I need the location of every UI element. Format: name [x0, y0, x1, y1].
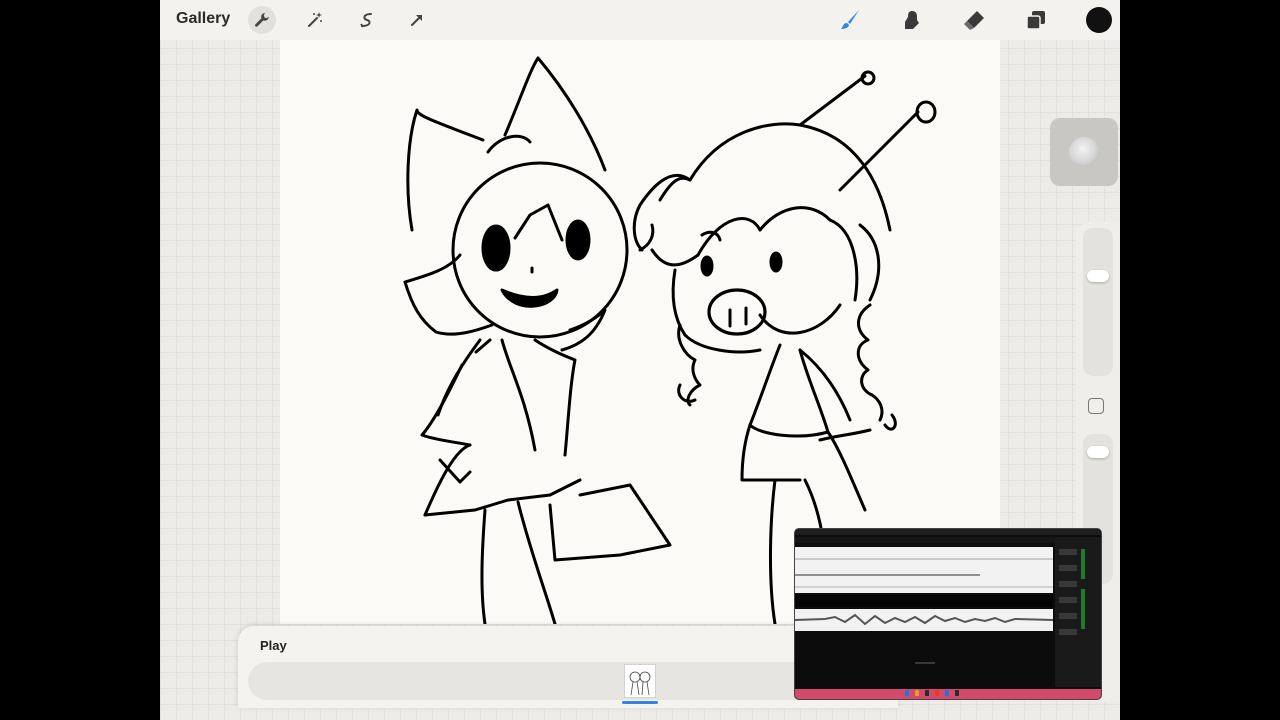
opacity-slider-thumb[interactable]: [1087, 446, 1109, 458]
smudge-icon[interactable]: [898, 6, 926, 34]
play-button[interactable]: Play: [260, 638, 287, 653]
brush-icon[interactable]: [836, 6, 864, 34]
quickmenu-handle[interactable]: [1050, 118, 1118, 186]
selection-icon[interactable]: [353, 6, 381, 34]
gallery-button[interactable]: Gallery: [176, 10, 230, 28]
frame-timeline[interactable]: [248, 662, 888, 700]
eraser-icon[interactable]: [960, 6, 988, 34]
adjustments-magic-wand-icon[interactable]: [301, 6, 329, 34]
top-toolbar: Gallery: [160, 0, 1120, 40]
actions-wrench-icon[interactable]: [248, 6, 276, 34]
layers-icon[interactable]: [1022, 6, 1050, 34]
color-picker-button[interactable]: [1086, 7, 1112, 33]
quickmenu-knob: [1069, 137, 1099, 167]
modify-button[interactable]: [1088, 398, 1104, 414]
overlay-daw-window[interactable]: [794, 528, 1102, 700]
size-slider[interactable]: [1083, 228, 1113, 376]
frame-indicator: [622, 701, 658, 704]
frame-thumbnail[interactable]: [624, 664, 656, 698]
transform-arrow-icon[interactable]: [403, 6, 431, 34]
size-slider-thumb[interactable]: [1087, 270, 1109, 282]
